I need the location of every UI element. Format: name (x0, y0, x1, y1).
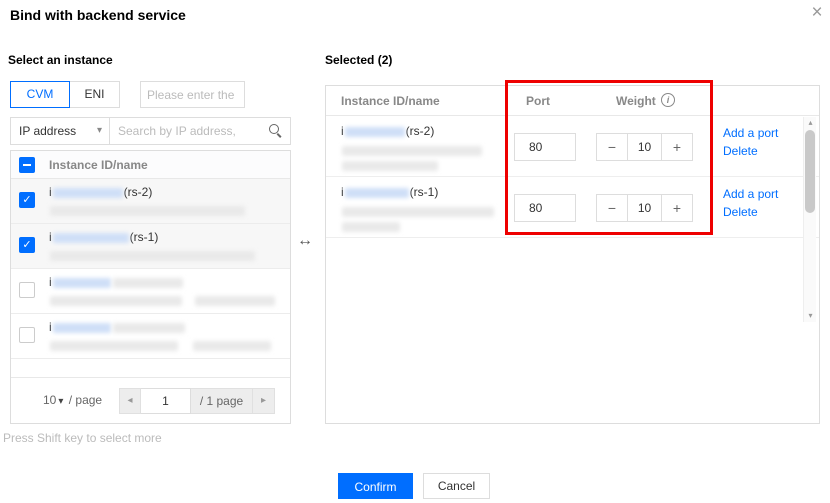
device-name-input[interactable] (140, 81, 245, 108)
instance-column-header: Instance ID/name (341, 94, 440, 108)
instance-id: i(rs-1) (341, 185, 438, 199)
port-input[interactable] (514, 194, 576, 222)
add-port-link[interactable]: Add a port (723, 187, 778, 201)
dialog-title: Bind with backend service (10, 7, 186, 23)
table-row[interactable]: i (11, 269, 290, 314)
close-icon[interactable]: × (806, 2, 828, 24)
instance-id: i(rs-1) (49, 230, 158, 244)
cancel-button[interactable]: Cancel (423, 473, 490, 499)
chevron-down-icon: ▾ (58, 396, 63, 407)
scrollbar-thumb[interactable] (805, 130, 815, 213)
ip-search-input[interactable] (109, 117, 291, 145)
instance-table: Instance ID/name ✓ i(rs-2) ✓ i(rs-1) i i… (10, 150, 291, 424)
shift-select-hint: Press Shift key to select more (3, 431, 162, 445)
instance-sub (49, 293, 276, 305)
checkbox-checked[interactable]: ✓ (19, 237, 35, 253)
minus-button[interactable]: − (596, 194, 628, 222)
delete-link[interactable]: Delete (723, 205, 758, 219)
port-column-header: Port (526, 94, 550, 108)
next-page-button[interactable]: ▸ (253, 388, 275, 414)
page-number-input[interactable] (141, 388, 191, 414)
instance-sub (341, 204, 495, 218)
tab-eni[interactable]: ENI (69, 81, 120, 108)
scroll-down-icon[interactable]: ▾ (804, 310, 817, 322)
page-size-select[interactable]: 10▾ / page (43, 393, 102, 407)
instance-sub (341, 143, 483, 157)
scroll-up-icon[interactable]: ▴ (804, 117, 817, 129)
left-panel-heading: Select an instance (8, 53, 113, 67)
instance-table-header: Instance ID/name (11, 151, 290, 179)
table-row-rs1[interactable]: ✓ i(rs-1) (11, 224, 290, 269)
confirm-button[interactable]: Confirm (338, 473, 413, 499)
instance-sub (49, 248, 256, 260)
weight-stepper: − 10 + (596, 133, 693, 161)
filter-type-select[interactable]: IP address ▾ (10, 117, 110, 145)
info-icon[interactable]: i (661, 93, 675, 107)
port-input[interactable] (514, 133, 576, 161)
selected-row-rs2: i(rs-2) − 10 + Add a port Delete (326, 116, 819, 177)
bind-backend-dialog: Bind with backend service × Select an in… (0, 0, 830, 503)
page-size-label: / page (69, 393, 102, 407)
weight-stepper: − 10 + (596, 194, 693, 222)
tab-cvm[interactable]: CVM (10, 81, 70, 108)
instance-sub (341, 158, 439, 172)
weight-value[interactable]: 10 (628, 133, 661, 161)
right-panel-heading: Selected (2) (325, 53, 392, 67)
filter-type-value: IP address (19, 124, 76, 138)
delete-link[interactable]: Delete (723, 144, 758, 158)
pagination-bar: 10▾ / page ◂ / 1 page ▸ (11, 377, 290, 423)
total-pages-label: / 1 page (191, 388, 253, 414)
scrollbar[interactable]: ▴ ▾ (803, 117, 816, 322)
checkbox-checked[interactable]: ✓ (19, 192, 35, 208)
selected-table: Instance ID/name Port Weight i i(rs-2) −… (325, 85, 820, 424)
instance-id: i(rs-2) (49, 185, 152, 199)
table-row[interactable]: i (11, 314, 290, 359)
table-row-rs2[interactable]: ✓ i(rs-2) (11, 179, 290, 224)
instance-sub (49, 203, 246, 215)
instance-id: i(rs-2) (341, 124, 434, 138)
checkbox-unchecked[interactable] (19, 327, 35, 343)
weight-column-header: Weight (616, 94, 656, 108)
selected-row-rs1: i(rs-1) − 10 + Add a port Delete (326, 177, 819, 238)
plus-button[interactable]: + (661, 194, 693, 222)
search-icon[interactable] (269, 124, 279, 134)
selected-table-header: Instance ID/name Port Weight i (326, 86, 819, 116)
chevron-down-icon: ▾ (97, 118, 102, 144)
instance-sub (49, 338, 272, 350)
select-all-checkbox[interactable] (19, 157, 35, 173)
instance-column-header: Instance ID/name (49, 158, 148, 172)
checkbox-unchecked[interactable] (19, 282, 35, 298)
swap-arrow-icon: ↔ (297, 232, 313, 250)
prev-page-button[interactable]: ◂ (119, 388, 141, 414)
minus-button[interactable]: − (596, 133, 628, 161)
instance-sub (341, 219, 401, 233)
add-port-link[interactable]: Add a port (723, 126, 778, 140)
weight-value[interactable]: 10 (628, 194, 661, 222)
page-size-value: 10 (43, 393, 56, 407)
instance-id: i (49, 320, 186, 334)
plus-button[interactable]: + (661, 133, 693, 161)
instance-id: i (49, 275, 184, 289)
